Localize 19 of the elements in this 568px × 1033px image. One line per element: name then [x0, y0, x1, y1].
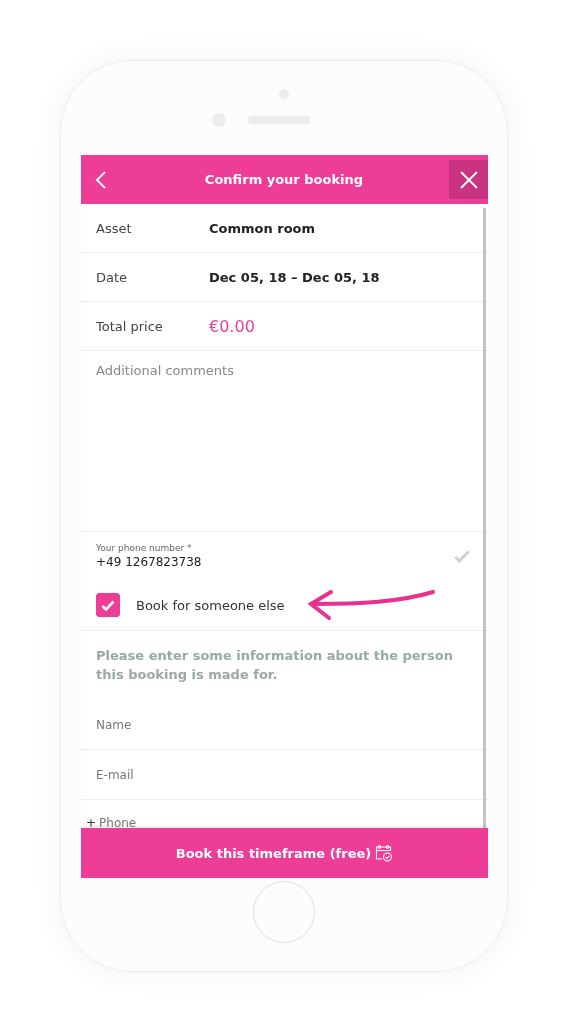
back-icon — [95, 169, 107, 190]
check-icon — [101, 599, 115, 611]
field-label: Your phone number * — [96, 543, 193, 553]
checkbox[interactable] — [96, 593, 120, 617]
back-button[interactable] — [95, 169, 109, 190]
field-label: Total price — [96, 318, 164, 334]
field-value: Dec 05, 18 – Dec 05, 18 — [209, 269, 380, 285]
field-value: Common room — [209, 220, 316, 236]
screen-title: Confirm your booking — [203, 172, 365, 187]
close-icon — [459, 170, 478, 189]
checkbox-label: Book for someone else — [136, 597, 285, 613]
field-label: Asset — [96, 220, 133, 236]
field-label: Date — [96, 269, 129, 285]
calendar-check-icon — [375, 844, 394, 862]
book-button[interactable]: Book this timeframe (free) — [81, 828, 488, 878]
info-text: Please enter some information about the person this booking is made for. — [95, 647, 454, 684]
close-button[interactable] — [449, 160, 488, 199]
country-prefix: + — [86, 816, 97, 828]
price-value: €0.00 — [209, 316, 255, 336]
